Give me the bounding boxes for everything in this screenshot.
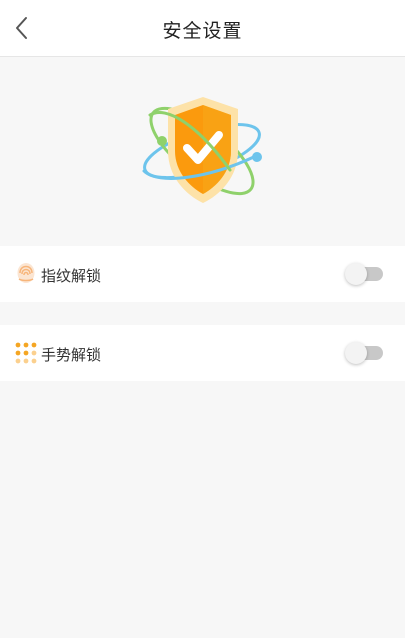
gesture-unlock-row[interactable]: 手势解锁 xyxy=(0,325,405,381)
fingerprint-unlock-label: 指纹解锁 xyxy=(41,267,102,285)
page-title: 安全设置 xyxy=(162,20,243,42)
gesture-unlock-label: 手势解锁 xyxy=(41,346,102,364)
security-hero xyxy=(0,57,405,246)
toggle-knob xyxy=(345,342,367,364)
gesture-dots-icon xyxy=(15,342,37,364)
fingerprint-unlock-toggle[interactable] xyxy=(345,263,383,285)
app-header: 安全设置 xyxy=(0,0,405,57)
fingerprint-unlock-row[interactable]: 指纹解锁 xyxy=(0,246,405,302)
fingerprint-icon xyxy=(17,263,35,283)
shield-check-icon xyxy=(142,97,262,203)
toggle-knob xyxy=(345,263,367,285)
gesture-unlock-toggle[interactable] xyxy=(345,342,383,364)
